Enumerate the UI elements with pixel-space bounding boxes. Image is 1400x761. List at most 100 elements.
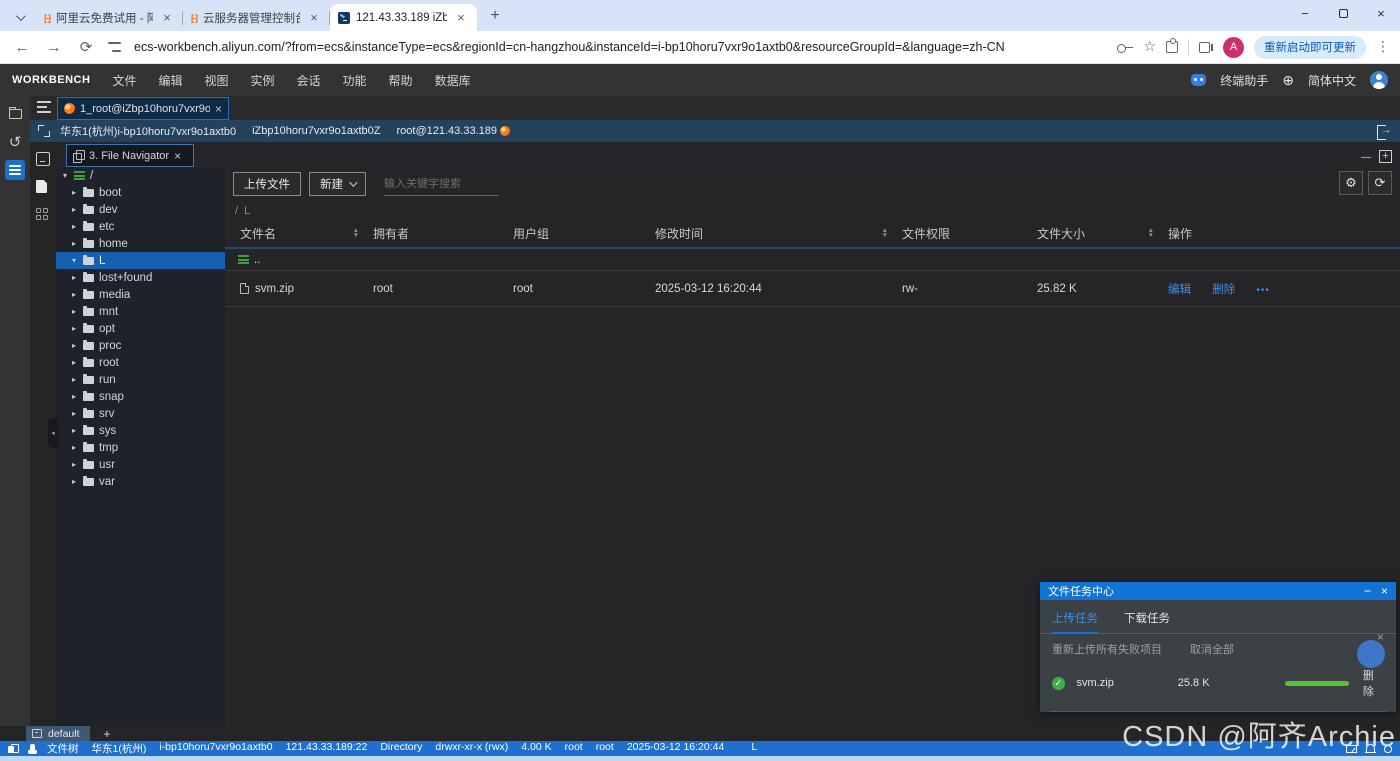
breadcrumb-current[interactable]: L [244, 205, 250, 217]
new-tab-button[interactable] [483, 4, 507, 28]
settings-gear-button[interactable] [1339, 171, 1363, 195]
chevron-right-icon[interactable] [72, 188, 83, 197]
close-icon[interactable] [174, 149, 181, 163]
profile-avatar[interactable]: A [1223, 36, 1244, 58]
add-panel-icon[interactable] [1379, 149, 1392, 163]
menu-item[interactable]: 会话 [297, 72, 321, 89]
chrome-update-button[interactable]: 重新启动即可更新 [1254, 35, 1366, 59]
upload-file-button[interactable]: 上传文件 [233, 172, 301, 196]
task-delete-link[interactable]: 删除 [1363, 667, 1384, 699]
close-icon[interactable] [1381, 584, 1388, 598]
chevron-right-icon[interactable] [72, 392, 83, 401]
tab-list-icon[interactable] [1199, 41, 1213, 53]
session-tab[interactable]: 1_root@iZbp10horu7vxr9o1axtb... [57, 97, 229, 120]
grid-view-icon[interactable] [36, 208, 48, 220]
minimize-panel-icon[interactable] [1361, 147, 1371, 165]
session-status-icon[interactable] [28, 743, 37, 754]
tree-item-tmp[interactable]: tmp [56, 439, 225, 456]
parent-directory-row[interactable]: .. [225, 249, 1400, 271]
cancel-all-link[interactable]: 取消全部 [1190, 641, 1234, 657]
tab-search-button[interactable] [6, 5, 32, 29]
chevron-right-icon[interactable] [72, 375, 83, 384]
tree-item-etc[interactable]: etc [56, 218, 225, 235]
close-window-button[interactable] [1362, 0, 1400, 26]
menu-item[interactable]: 视图 [204, 72, 228, 89]
terminal-assistant-button[interactable]: 终端助手 [1220, 72, 1268, 89]
back-button[interactable] [10, 39, 34, 56]
new-file-button[interactable]: 新建 [309, 172, 366, 196]
chevron-right-icon[interactable] [72, 460, 83, 469]
close-icon[interactable] [159, 10, 175, 26]
feedback-float-button[interactable] [1357, 640, 1385, 668]
reload-button[interactable] [74, 38, 98, 56]
url-field[interactable]: ecs-workbench.aliyun.com/?from=ecs&insta… [134, 40, 1109, 54]
tree-item-L[interactable]: L [56, 252, 225, 269]
chevron-right-icon[interactable] [72, 341, 83, 350]
file-page-icon[interactable] [36, 180, 47, 193]
delete-link[interactable]: 删除 [1212, 284, 1235, 296]
history-button[interactable] [5, 132, 25, 152]
close-icon[interactable] [306, 10, 322, 26]
tree-item-snap[interactable]: snap [56, 388, 225, 405]
forward-button[interactable] [42, 39, 66, 56]
chevron-right-icon[interactable] [72, 477, 83, 486]
search-box[interactable] [384, 172, 499, 196]
search-input[interactable] [384, 177, 499, 190]
menu-item[interactable]: 文件 [112, 72, 136, 89]
tree-item-proc[interactable]: proc [56, 337, 225, 354]
edit-link[interactable]: 编辑 [1168, 284, 1191, 296]
tree-item-media[interactable]: media [56, 286, 225, 303]
browser-tab-1[interactable]: [-] 阿里云免费试用 - 阿里云 [36, 4, 183, 31]
minimize-icon[interactable] [1364, 584, 1371, 598]
chevron-right-icon[interactable] [72, 273, 83, 282]
session-list-icon[interactable] [37, 101, 51, 113]
browser-menu-icon[interactable] [1376, 38, 1390, 56]
tree-item-opt[interactable]: opt [56, 320, 225, 337]
tree-item-root[interactable]: / [56, 167, 225, 184]
extensions-icon[interactable] [1166, 38, 1178, 53]
menu-item[interactable]: 实例 [251, 72, 275, 89]
menu-item[interactable]: 数据库 [435, 72, 471, 89]
close-icon[interactable] [215, 102, 222, 116]
disconnect-icon[interactable] [1377, 124, 1391, 140]
more-actions-icon[interactable] [1256, 285, 1270, 296]
chevron-down-icon[interactable] [63, 171, 74, 180]
chevron-right-icon[interactable] [72, 205, 83, 214]
tree-item-lost+found[interactable]: lost+found [56, 269, 225, 286]
chevron-right-icon[interactable] [72, 443, 83, 452]
header-size[interactable]: 文件大小 [1037, 225, 1168, 242]
tree-item-usr[interactable]: usr [56, 456, 225, 473]
header-modified[interactable]: 修改时间 [655, 225, 902, 242]
tab-download-tasks[interactable]: 下载任务 [1124, 610, 1170, 634]
browser-tab-active[interactable]: 121.43.33.189 iZbp10horu7v... [330, 4, 477, 31]
tree-item-mnt[interactable]: mnt [56, 303, 225, 320]
file-name-cell[interactable]: svm.zip [240, 283, 373, 295]
add-terminal-icon[interactable] [104, 727, 111, 741]
add-session-icon[interactable] [1282, 72, 1294, 89]
terminal-tab-default[interactable]: default [26, 726, 90, 741]
collapse-tree-handle[interactable] [48, 418, 58, 448]
tree-item-home[interactable]: home [56, 235, 225, 252]
sort-icon[interactable] [1148, 228, 1154, 238]
terminal-panel-icon[interactable] [36, 152, 50, 166]
table-row[interactable]: svm.zip root root 2025-03-12 16:20:44 rw… [225, 271, 1400, 307]
menu-item[interactable]: 编辑 [158, 72, 182, 89]
sort-icon[interactable] [882, 228, 888, 238]
sort-icon[interactable] [353, 228, 359, 238]
file-navigator-tab[interactable]: 3. File Navigator [66, 144, 194, 167]
user-avatar-icon[interactable] [1370, 71, 1388, 89]
header-filename[interactable]: 文件名 [240, 225, 373, 242]
tab-upload-tasks[interactable]: 上传任务 [1052, 610, 1098, 634]
chevron-right-icon[interactable] [72, 307, 83, 316]
tree-item-dev[interactable]: dev [56, 201, 225, 218]
retry-failed-link[interactable]: 重新上传所有失败项目 [1052, 641, 1162, 657]
tree-item-var[interactable]: var [56, 473, 225, 490]
chevron-right-icon[interactable] [72, 409, 83, 418]
maximize-button[interactable] [1324, 0, 1362, 26]
language-button[interactable]: 简体中文 [1308, 72, 1356, 89]
files-status-icon[interactable] [8, 743, 19, 754]
tree-item-root[interactable]: root [56, 354, 225, 371]
breadcrumb-root[interactable]: / [235, 205, 238, 217]
tree-item-boot[interactable]: boot [56, 184, 225, 201]
refresh-button[interactable] [1368, 171, 1392, 195]
